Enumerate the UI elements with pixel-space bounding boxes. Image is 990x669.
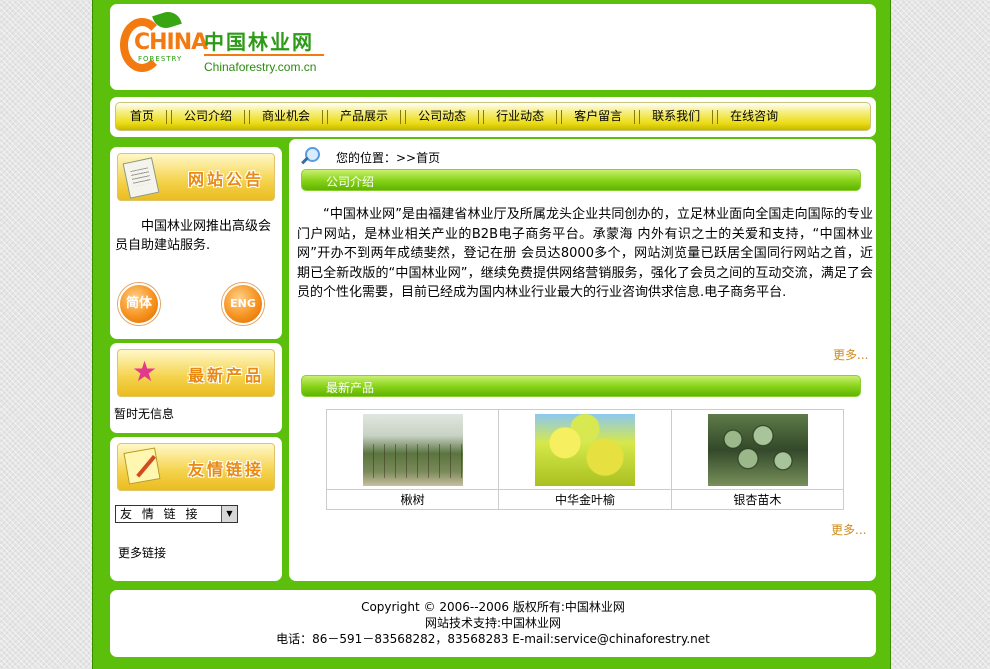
breadcrumb: 您的位置：>>首页: [336, 151, 441, 165]
nav-products[interactable]: 产品展示: [332, 102, 396, 131]
products-section-bar: 最新产品: [301, 375, 861, 397]
logo-chinese-name: 中国林业网: [204, 30, 314, 54]
footer-support: 网站技术支持:中国林业网: [424, 616, 562, 630]
product-name[interactable]: 楸树: [327, 489, 499, 510]
nav-company-news[interactable]: 公司动态: [410, 102, 474, 131]
logo-china-text: CHINA: [134, 30, 208, 55]
logo-domain: Chinaforestry.com.cn: [204, 60, 317, 74]
site-logo[interactable]: CHINA FORESTRY 中国林业网 Chinaforestry.com.c…: [120, 8, 324, 82]
more-links-link[interactable]: 更多链接: [118, 544, 166, 561]
nav-business-opportunities[interactable]: 商业机会: [254, 102, 318, 131]
friend-links-select[interactable]: 友 情 链 接 ▼: [115, 505, 238, 523]
friend-links-panel: 友情链接 友 情 链 接 ▼ 更多链接: [110, 437, 282, 581]
products-table: 楸树 中华金叶榆 银杏苗木: [326, 409, 844, 510]
main-content: 您的位置：>>首页 公司介绍 “中国林业网”是由福建省林业厅及所属龙头企业共同创…: [289, 139, 876, 581]
nav-contact[interactable]: 联系我们: [644, 102, 708, 131]
product-item[interactable]: 中华金叶榆: [499, 410, 672, 510]
friend-links-title-bar: 友情链接: [117, 443, 275, 491]
footer-copyright: Copyright © 2006--2006 版权所有:中国林业网: [361, 600, 625, 614]
product-item[interactable]: 楸树: [327, 410, 500, 510]
nav-separator: [322, 109, 329, 124]
products-more-link[interactable]: 更多...: [831, 521, 866, 538]
notice-title: 网站公告: [187, 170, 264, 189]
nav-separator: [478, 109, 485, 124]
nav-separator: [556, 109, 563, 124]
left-sidebar: 网站公告 中国林业网推出高级会员自助建站服务. 简体 ENG ★ 最新产品 暂时…: [110, 147, 282, 581]
latest-products-panel: ★ 最新产品 暂时无信息: [110, 343, 282, 433]
notice-title-bar: 网站公告: [117, 153, 275, 201]
footer-contact: 电话：86－591－83568282，83568283 E-mail:servi…: [276, 632, 710, 646]
logo-forestry-text: FORESTRY: [138, 55, 183, 63]
product-name[interactable]: 银杏苗木: [671, 489, 843, 510]
simplified-chinese-button[interactable]: 简体: [118, 283, 160, 325]
nav-separator: [400, 109, 407, 124]
nav-home[interactable]: 首页: [122, 102, 162, 131]
about-text: “中国林业网”是由福建省林业厅及所属龙头企业共同创办的，立足林业面向全国走向国际…: [297, 207, 873, 300]
about-section-bar: 公司介绍: [301, 169, 861, 191]
product-image[interactable]: [535, 414, 636, 486]
notice-document-icon: [122, 157, 160, 199]
notice-text: 中国林业网推出高级会员自助建站服务.: [115, 219, 272, 253]
latest-products-title: 最新产品: [187, 366, 264, 385]
friend-links-title: 友情链接: [187, 460, 264, 479]
dropdown-arrow-icon[interactable]: ▼: [221, 506, 237, 522]
main-nav: 首页 公司介绍 商业机会 产品展示 公司动态 行业动态 客户留言 联系我们 在线…: [110, 97, 876, 137]
star-icon: ★: [132, 355, 158, 388]
nav-separator: [634, 109, 641, 124]
product-name[interactable]: 中华金叶榆: [499, 489, 671, 510]
nav-industry-news[interactable]: 行业动态: [488, 102, 552, 131]
about-more-link[interactable]: 更多...: [833, 346, 868, 363]
product-item[interactable]: 银杏苗木: [671, 410, 843, 510]
product-image[interactable]: [363, 414, 463, 486]
nav-guestbook[interactable]: 客户留言: [566, 102, 630, 131]
nav-separator: [244, 109, 251, 124]
nav-bar: 首页 公司介绍 商业机会 产品展示 公司动态 行业动态 客户留言 联系我们 在线…: [115, 102, 871, 131]
site-container: CHINA FORESTRY 中国林业网 Chinaforestry.com.c…: [92, 0, 891, 669]
footer: Copyright © 2006--2006 版权所有:中国林业网 网站技术支持…: [110, 590, 876, 657]
no-info-text: 暂时无信息: [114, 407, 175, 421]
nav-company-intro[interactable]: 公司介绍: [176, 102, 240, 131]
notepad-pencil-icon: [123, 447, 161, 485]
nav-separator: [166, 109, 173, 124]
english-button[interactable]: ENG: [222, 283, 264, 325]
header: CHINA FORESTRY 中国林业网 Chinaforestry.com.c…: [110, 4, 876, 90]
magnifier-icon: [301, 147, 321, 165]
products-section-title: 最新产品: [326, 381, 375, 395]
friend-links-select-value: 友 情 链 接: [120, 507, 201, 521]
nav-online-consult[interactable]: 在线咨询: [722, 102, 786, 131]
logo-divider: [204, 54, 324, 56]
product-image[interactable]: [707, 414, 808, 486]
nav-separator: [712, 109, 719, 124]
latest-products-title-bar: ★ 最新产品: [117, 349, 275, 397]
notice-panel: 网站公告 中国林业网推出高级会员自助建站服务. 简体 ENG: [110, 147, 282, 339]
about-section-title: 公司介绍: [326, 175, 375, 189]
